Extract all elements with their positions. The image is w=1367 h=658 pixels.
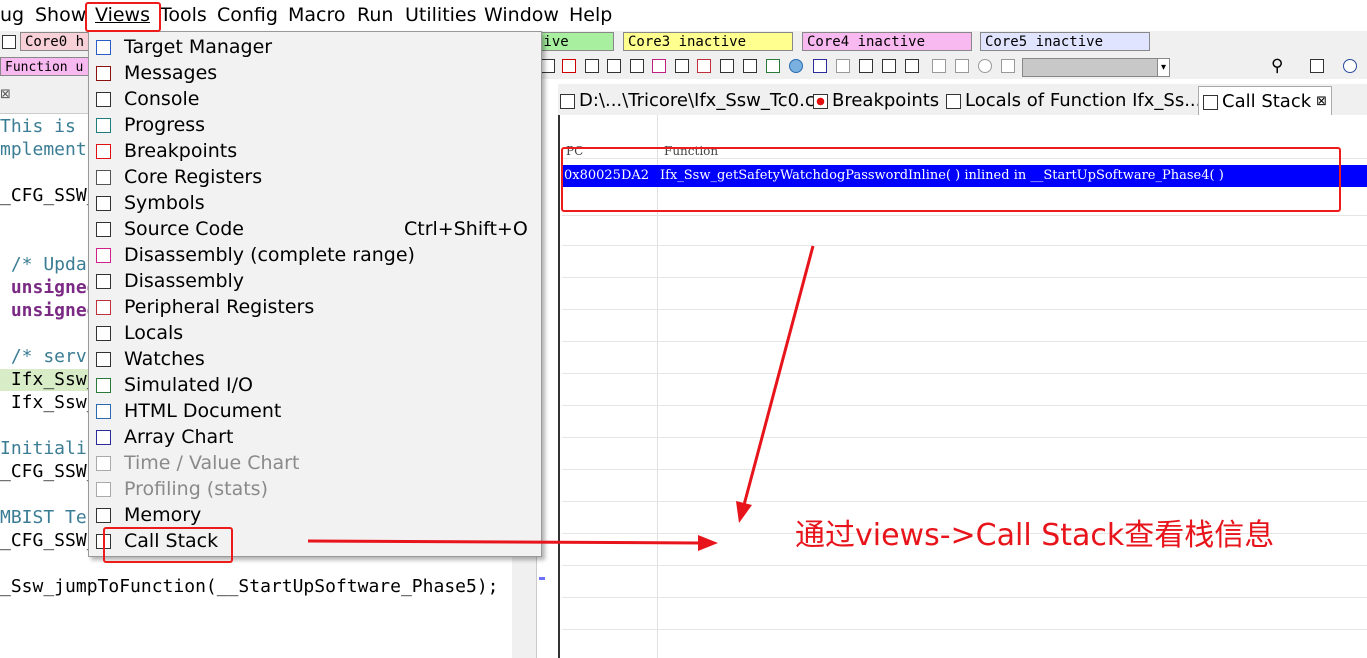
- annotation-arrowhead: [698, 535, 718, 551]
- annotation-arrows: [307, 245, 815, 551]
- annotation-text: 通过views->Call Stack查看栈信息: [795, 518, 1275, 553]
- annotation-arrow-line: [307, 539, 701, 545]
- annotation-arrowhead: [736, 501, 752, 523]
- annotation-arrow-line: [742, 245, 815, 506]
